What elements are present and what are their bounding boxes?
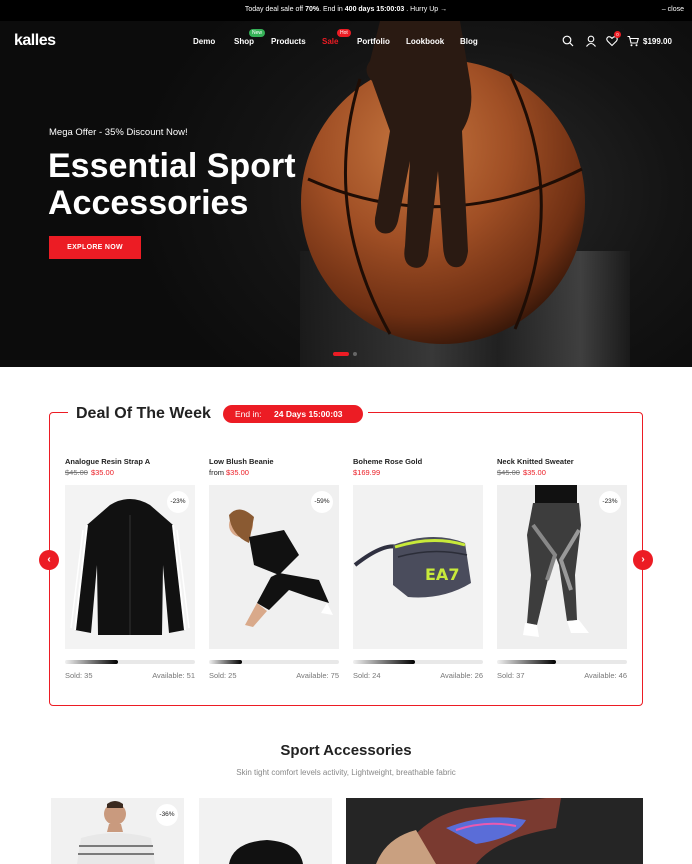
category-tile[interactable] — [199, 798, 332, 864]
product-image[interactable]: EA7 — [353, 485, 483, 649]
product-name[interactable]: Low Blush Beanie — [209, 457, 339, 466]
announcement-percent: 70% — [305, 6, 320, 13]
deal-timer-label: End in: — [235, 409, 262, 419]
wishlist-count-badge: 0 — [614, 31, 621, 38]
hero-title: Essential Sport Accessories — [48, 148, 348, 222]
nav-item-demo[interactable]: Demo — [193, 37, 215, 46]
available-count: Available: 46 — [584, 671, 627, 680]
waist-bag-image: EA7 — [353, 536, 471, 598]
carousel-prev-button[interactable]: ‹ — [39, 550, 59, 570]
product-image[interactable]: -23% — [497, 485, 627, 649]
discount-badge: -36% — [156, 804, 178, 826]
deal-title: Deal Of The Week — [76, 405, 211, 422]
sold-progress-fill — [209, 660, 242, 664]
deal-of-the-week-section: Deal Of The Week End in: 24 Days 15:00:0… — [39, 401, 653, 706]
product-image[interactable]: -59% — [209, 485, 339, 649]
sold-progress-bar — [209, 660, 339, 664]
nav-item-sale[interactable]: Sale — [322, 37, 338, 46]
svg-text:EA7: EA7 — [425, 565, 459, 584]
category-banner-tile[interactable] — [346, 798, 643, 864]
product-prices: $45.00 $35.00 — [65, 468, 195, 477]
announcement-prefix: Today deal sale off — [244, 6, 304, 13]
sold-progress-bar — [353, 660, 483, 664]
product-prices: from $35.00 — [209, 468, 339, 477]
category-tile[interactable]: -36% — [51, 798, 184, 864]
sold-count: Sold: 25 — [209, 671, 237, 680]
cart-total[interactable]: $199.00 — [643, 37, 672, 46]
available-count: Available: 75 — [296, 671, 339, 680]
slide-dot-active[interactable] — [333, 352, 349, 356]
deal-product-card[interactable]: Boheme Rose Gold $169.99 EA7 Sold: 24 Av… — [353, 457, 483, 680]
announcement-bar: Today deal sale off 70%. End in 400 days… — [0, 0, 692, 21]
announcement-middle: . End in — [319, 6, 343, 13]
product-prices: $45.00 $35.00 — [497, 468, 627, 477]
sold-progress-bar — [497, 660, 627, 664]
deal-timer-value: 24 Days 15:00:03 — [274, 409, 343, 419]
product-name[interactable]: Boheme Rose Gold — [353, 457, 483, 466]
product-price: $35.00 — [522, 468, 546, 477]
sold-progress-fill — [65, 660, 119, 664]
sold-count: Sold: 24 — [353, 671, 381, 680]
discount-badge: -23% — [599, 491, 621, 513]
announcement-close-button[interactable]: – close — [662, 6, 684, 13]
user-icon[interactable] — [585, 35, 597, 47]
sold-count: Sold: 35 — [65, 671, 93, 680]
announcement-hurry-link[interactable]: . Hurry Up → — [406, 6, 447, 13]
explore-now-button[interactable]: EXPLORE NOW — [49, 236, 141, 259]
product-image[interactable]: -23% — [65, 485, 195, 649]
hero-title-line-2: Accessories — [48, 184, 249, 222]
logo[interactable]: kalles — [14, 32, 56, 50]
nav-badge-hot: Hot — [337, 29, 351, 37]
discount-badge: -23% — [167, 491, 189, 513]
product-name[interactable]: Neck Knitted Sweater — [497, 457, 627, 466]
available-count: Available: 51 — [152, 671, 195, 680]
deal-product-card[interactable]: Analogue Resin Strap A $45.00 $35.00 -23%… — [65, 457, 195, 680]
announcement-countdown: 400 days 15:00:03 — [344, 6, 405, 13]
sold-count: Sold: 37 — [497, 671, 525, 680]
section-title: Sport Accessories — [280, 742, 412, 759]
product-price: $35.00 — [90, 468, 114, 477]
nav-item-blog[interactable]: Blog — [460, 37, 478, 46]
nav-item-shop[interactable]: Shop — [234, 37, 254, 46]
sold-progress-bar — [65, 660, 195, 664]
product-from-label: from — [209, 468, 224, 477]
slide-dot[interactable] — [353, 352, 357, 356]
hero-banner: Mega Offer - 35% Discount Now! Essential… — [0, 21, 692, 367]
hero-kicker: Mega Offer - 35% Discount Now! — [49, 127, 188, 138]
deal-product-card[interactable]: Neck Knitted Sweater $45.00 $35.00 -23% S… — [497, 457, 627, 680]
lifestyle-banner-image — [346, 798, 643, 864]
product-price: $169.99 — [353, 468, 381, 477]
carousel-next-button[interactable]: › — [633, 550, 653, 570]
discount-badge: -59% — [311, 491, 333, 513]
cart-icon[interactable] — [627, 35, 639, 47]
hero-title-line-1: Essential Sport — [48, 147, 296, 185]
cap-image — [229, 840, 303, 864]
nav-item-portfolio[interactable]: Portfolio — [357, 37, 390, 46]
product-prices: $169.99 — [353, 468, 483, 477]
announcement-message: Today deal sale off 70%. End in 400 days… — [0, 6, 692, 13]
search-icon[interactable] — [562, 35, 574, 47]
product-name[interactable]: Analogue Resin Strap A — [65, 457, 195, 466]
product-old-price: $45.00 — [65, 468, 88, 477]
sold-progress-fill — [353, 660, 416, 664]
deal-countdown-badge: End in: 24 Days 15:00:03 — [223, 405, 363, 423]
product-old-price: $45.00 — [497, 468, 520, 477]
section-subtitle: Skin tight comfort levels activity, Ligh… — [236, 768, 456, 777]
nav-badge-new: New — [249, 29, 266, 37]
available-count: Available: 26 — [440, 671, 483, 680]
nav-item-lookbook[interactable]: Lookbook — [406, 37, 444, 46]
header-actions: 0 $199.00 — [562, 31, 682, 51]
nav-item-products[interactable]: Products — [271, 37, 306, 46]
site-header: kalles Demo Shop New Products Sale Hot P… — [0, 21, 692, 61]
product-price: $35.00 — [226, 468, 249, 477]
deal-product-card[interactable]: Low Blush Beanie from $35.00 -59% Sold: 2… — [209, 457, 339, 680]
sold-progress-fill — [497, 660, 556, 664]
